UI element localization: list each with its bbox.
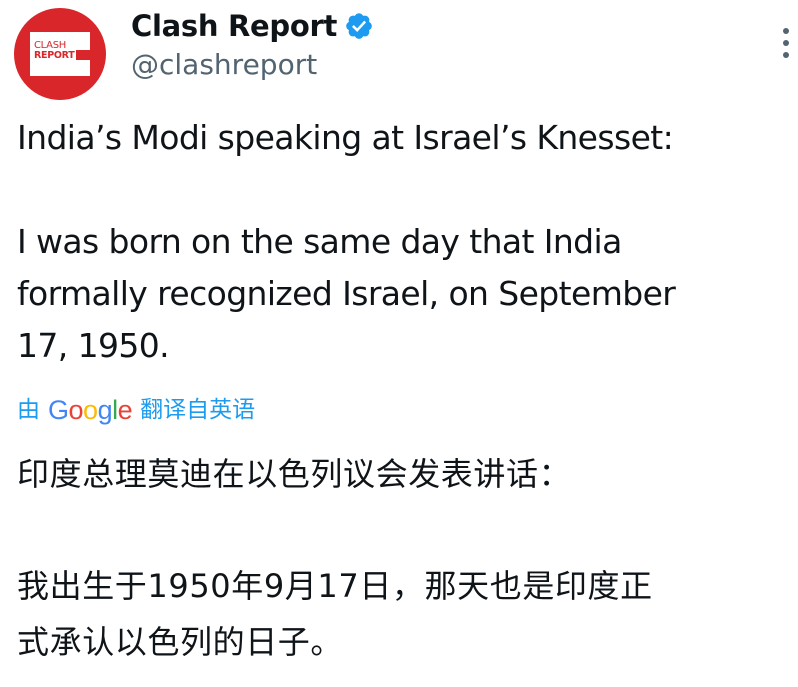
tweet-text-quote: I was born on the same day that India fo… xyxy=(17,216,792,372)
avatar-text-report: REPORT xyxy=(34,50,75,61)
author-name-link[interactable]: Clash Report xyxy=(131,6,374,46)
author-handle[interactable]: @clashreport xyxy=(131,46,317,84)
translation-attribution[interactable]: 由 Google 翻译自英语 xyxy=(17,392,255,428)
tweet-card: CLASH REPORT Clash Report @clashreport I… xyxy=(0,0,798,687)
tweet-text-line: I was born on the same day that India xyxy=(17,222,622,261)
tweet-text-headline: India’s Modi speaking at Israel’s Knesse… xyxy=(17,118,674,157)
verified-badge-icon xyxy=(344,11,374,41)
translated-text-headline: 印度总理莫迪在以色列议会发表讲话： xyxy=(17,455,572,493)
avatar[interactable]: CLASH REPORT xyxy=(14,8,106,100)
translated-text-line: 我出生于1950年9月17日，那天也是印度正 xyxy=(17,567,653,605)
translated-text-line: 式承认以色列的日子。 xyxy=(17,623,344,661)
tweet-text-line: 17, 1950. xyxy=(17,326,170,365)
google-logo: Google xyxy=(48,395,133,425)
translation-source-label: 翻译自英语 xyxy=(140,397,256,423)
tweet-text-line: formally recognized Israel, on September xyxy=(17,274,676,313)
avatar-logo: CLASH REPORT xyxy=(30,32,90,76)
more-options-icon[interactable] xyxy=(778,26,794,60)
translation-prefix: 由 xyxy=(17,397,40,423)
author-display-name: Clash Report xyxy=(131,9,338,43)
translated-text-quote: 我出生于1950年9月17日，那天也是印度正 式承认以色列的日子。 xyxy=(17,558,792,670)
